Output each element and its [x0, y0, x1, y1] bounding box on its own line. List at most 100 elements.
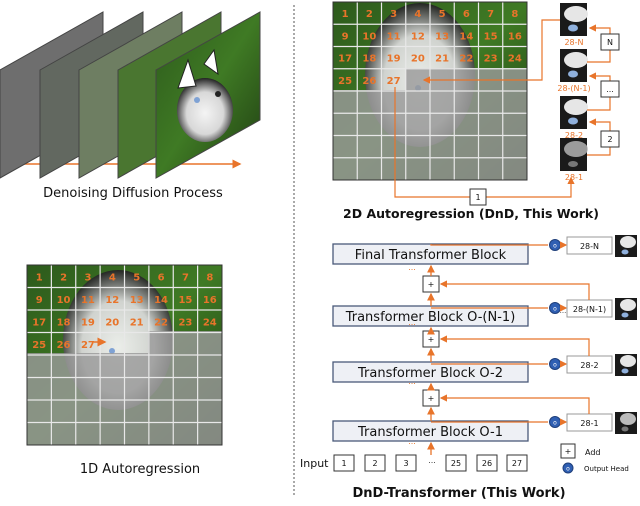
- depth-label: 28-N: [564, 38, 583, 47]
- ellipsis: ...: [408, 437, 416, 446]
- step-label-1: 1: [475, 193, 480, 202]
- grid-token: 17: [338, 54, 352, 65]
- grid-token: 8: [511, 9, 518, 20]
- output-token-label: 28-1: [580, 419, 598, 428]
- legend-output-head-label: Output Head: [584, 465, 629, 473]
- grid-token: 3: [390, 9, 397, 20]
- grid-token: 20: [105, 317, 119, 328]
- input-ellipsis: ...: [428, 456, 436, 465]
- grid-token: 25: [338, 76, 352, 87]
- grid-token: 14: [459, 31, 473, 42]
- step-label: ...: [606, 85, 614, 94]
- grid-token: 21: [130, 317, 144, 328]
- depth-stack: 28-N28-(N-1)28-228-1N...2: [557, 3, 620, 182]
- ar1d-panel: 1 2 3 4 5 6 7 89 10 11 12 13 14 15 1617 18 19 20 21 22 23 242…: [26, 264, 223, 477]
- transformer-block-label: Transformer Block O-(N-1): [345, 310, 516, 325]
- transformer-block-label: Final Transformer Block: [355, 248, 507, 263]
- caption-dnd-transformer: DnD-Transformer (This Work): [352, 486, 565, 501]
- grid-token: 11: [81, 295, 95, 306]
- svg-text:o: o: [566, 466, 570, 473]
- grid-token: 7: [182, 272, 189, 283]
- input-token-label: 2: [372, 459, 377, 468]
- grid-token: 14: [154, 295, 168, 306]
- diffusion-process: Denoising Diffusion Process: [0, 11, 261, 201]
- grid-token: 2: [366, 9, 373, 20]
- transformer-block-label: Transformer Block O-1: [357, 425, 503, 440]
- input-token-label: 27: [512, 459, 522, 468]
- ellipsis: ...: [408, 318, 416, 327]
- feedback-arrow: [439, 280, 590, 300]
- grid-token: 9: [342, 31, 349, 42]
- ellipsis: ...: [408, 377, 416, 386]
- legend-add-symbol: +: [565, 447, 572, 456]
- transformer-block-label: Transformer Block O-2: [357, 366, 503, 381]
- feedback-arrow: [439, 394, 590, 414]
- depth-label: 28-(N-1): [557, 84, 590, 93]
- input-label: Input: [300, 457, 329, 470]
- grid-token: 15: [484, 31, 498, 42]
- grid-token: 18: [362, 54, 376, 65]
- caption-diffusion: Denoising Diffusion Process: [43, 186, 223, 201]
- grid-token: 19: [81, 317, 95, 328]
- grid-token: 25: [32, 340, 46, 351]
- grid-token: 21: [435, 54, 449, 65]
- depth-label: 28-1: [565, 173, 583, 182]
- grid-token: 27: [81, 340, 95, 351]
- grid-token: 23: [484, 54, 498, 65]
- output-token-label: 28-2: [580, 361, 598, 370]
- grid-token: 7: [487, 9, 494, 20]
- add-symbol: +: [428, 335, 435, 344]
- input-token-label: 25: [451, 459, 461, 468]
- grid-token: 24: [508, 54, 522, 65]
- output-token-label: 28-N: [580, 242, 599, 251]
- grid-token: 4: [109, 272, 116, 283]
- grid-token: 10: [57, 295, 71, 306]
- grid-token: 16: [203, 295, 217, 306]
- ellipsis: ...: [408, 263, 416, 272]
- grid-token: 10: [362, 31, 376, 42]
- grid-token: 15: [178, 295, 192, 306]
- output-token-label: 28-(N-1): [573, 305, 606, 314]
- grid-token: 6: [158, 272, 165, 283]
- ar2d-panel: 1 2 3 4 5 6 7 89 10 11 12 13 14 15 1617 18 19 20 21 22 23 242…: [332, 1, 620, 221]
- grid-token: 22: [459, 54, 473, 65]
- grid-token: 4: [414, 9, 421, 20]
- input-token-label: 1: [341, 459, 346, 468]
- grid-token: 26: [57, 340, 71, 351]
- caption-ar1d: 1D Autoregression: [80, 462, 200, 477]
- step-label: N: [607, 38, 613, 47]
- diagram-canvas: Denoising Diffusion Process 1 2 3 4 5 6 7 89 10 1…: [0, 1, 637, 501]
- grid-token: 22: [154, 317, 168, 328]
- add-symbol: +: [428, 280, 435, 289]
- grid-token: 12: [411, 31, 425, 42]
- svg-text:o: o: [553, 306, 557, 313]
- input-token-label: 3: [403, 459, 408, 468]
- grid-token: 12: [105, 295, 119, 306]
- grid-token: 8: [206, 272, 213, 283]
- dnd-transformer: Final Transformer Block Transformer Block…: [300, 235, 637, 474]
- step-label: 2: [607, 135, 612, 144]
- svg-text:...: ...: [560, 307, 567, 315]
- grid-token: 11: [387, 31, 401, 42]
- grid-token: 23: [178, 317, 192, 328]
- grid-token: 18: [57, 317, 71, 328]
- grid-token: 17: [32, 317, 46, 328]
- grid-token: 9: [36, 295, 43, 306]
- grid-token: 24: [203, 317, 217, 328]
- svg-text:o: o: [553, 420, 557, 427]
- grid-token: 19: [387, 54, 401, 65]
- grid-token: 27: [387, 76, 401, 87]
- legend-add-label: Add: [585, 448, 601, 457]
- grid-token: 2: [60, 272, 67, 283]
- grid-token: 3: [84, 272, 91, 283]
- grid-token: 16: [508, 31, 522, 42]
- svg-text:o: o: [553, 362, 557, 369]
- grid-token: 1: [342, 9, 349, 20]
- grid-token: 13: [435, 31, 449, 42]
- grid-token: 5: [133, 272, 140, 283]
- grid-token: 1: [36, 272, 43, 283]
- feedback-arrow: [439, 335, 590, 356]
- add-symbol: +: [428, 394, 435, 403]
- grid-token: 20: [411, 54, 425, 65]
- grid-token: 6: [463, 9, 470, 20]
